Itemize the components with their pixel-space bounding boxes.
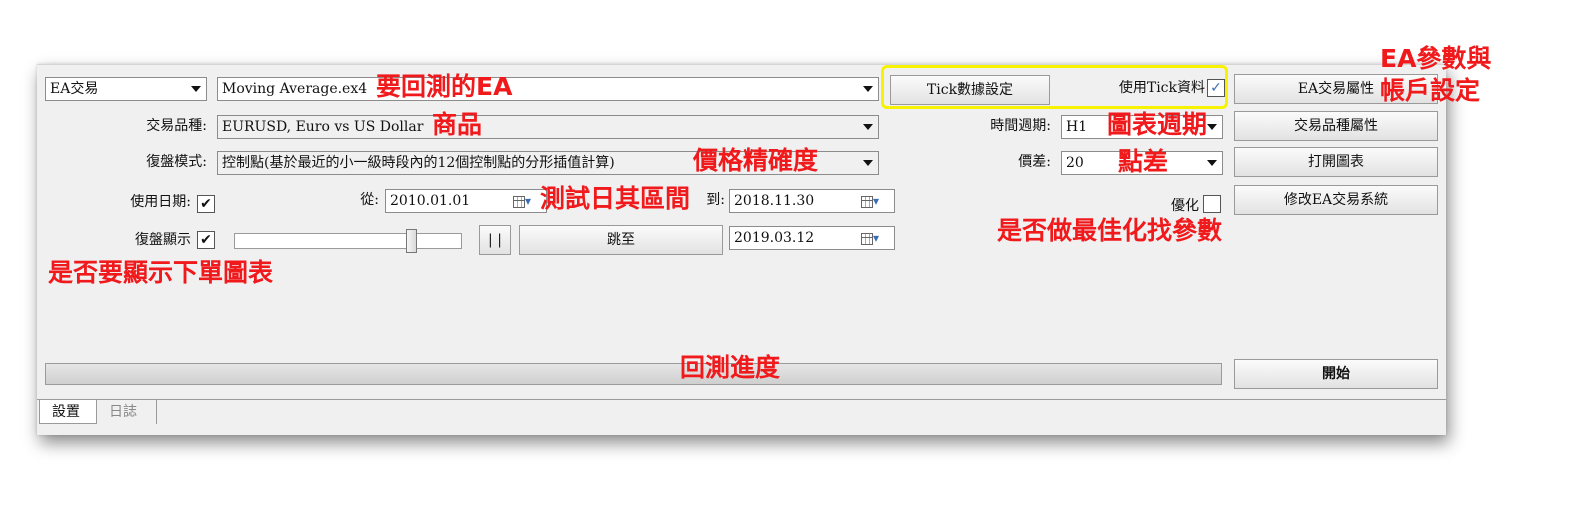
tester-mode-select[interactable]: EA交易 — [45, 77, 207, 101]
annotation-optimize: 是否做最佳化找參數 — [997, 216, 1223, 245]
skip-to-button[interactable]: 跳至 — [519, 225, 723, 255]
skip-date-input[interactable]: 2019.03.12 ▾ — [729, 226, 895, 250]
annotation-symbol: 商品 — [432, 110, 483, 139]
from-date-input[interactable]: 2010.01.01 ▾ — [385, 189, 547, 213]
chevron-down-icon — [1207, 160, 1217, 166]
annotation-ea: 要回測的EA — [376, 72, 513, 101]
chevron-down-icon — [863, 86, 873, 92]
to-label: 到: — [706, 192, 725, 208]
visual-mode-label: 復盤顯示 — [135, 232, 191, 248]
optimize-label: 優化 — [1171, 198, 1199, 214]
model-label: 復盤模式: — [146, 154, 207, 170]
annotation-ea-params-1: EA參數與 — [1380, 44, 1492, 73]
calendar-icon[interactable]: ▾ — [861, 193, 891, 209]
speed-slider[interactable] — [234, 233, 462, 249]
annotation-spread: 點差 — [1118, 147, 1169, 176]
symbol-select[interactable]: EURUSD, Euro vs US Dollar — [217, 115, 879, 139]
annotation-date-range: 測試日其區間 — [540, 184, 691, 213]
pause-button[interactable]: | | — [479, 225, 511, 255]
chevron-down-icon — [863, 124, 873, 130]
symbol-label: 交易品種: — [146, 118, 207, 134]
use-date-checkbox[interactable]: ✔ — [197, 195, 215, 213]
open-chart-button[interactable]: 打開圖表 — [1234, 147, 1438, 177]
tab-settings[interactable]: 設置 — [39, 400, 97, 424]
annotation-ea-params-2: 帳戶設定 — [1380, 76, 1481, 105]
modify-ea-button[interactable]: 修改EA交易系統 — [1234, 185, 1438, 215]
chevron-down-icon — [1207, 124, 1217, 130]
tab-bar: 設置 日誌 — [37, 399, 1446, 430]
use-tick-label: 使用Tick資料 — [1118, 80, 1205, 96]
period-label: 時間週期: — [990, 118, 1051, 134]
ea-file-select[interactable]: Moving Average.ex4 — [217, 77, 879, 101]
to-date-input[interactable]: 2018.11.30 ▾ — [729, 189, 895, 213]
optimize-checkbox[interactable] — [1203, 195, 1221, 213]
tab-journal[interactable]: 日誌 — [97, 400, 157, 424]
spread-label: 價差: — [1018, 154, 1051, 170]
progress-bar — [45, 363, 1222, 385]
annotation-period: 圖表週期 — [1107, 110, 1208, 139]
annotation-precision: 價格精確度 — [693, 146, 819, 175]
chevron-down-icon — [863, 160, 873, 166]
chevron-down-icon — [191, 86, 201, 92]
from-label: 從: — [360, 192, 379, 208]
start-button[interactable]: 開始 — [1234, 359, 1438, 389]
annotation-progress: 回測進度 — [680, 353, 781, 382]
visual-mode-checkbox[interactable]: ✔ — [197, 231, 215, 249]
symbol-properties-button[interactable]: 交易品種屬性 — [1234, 111, 1438, 141]
calendar-icon[interactable]: ▾ — [861, 230, 891, 246]
tick-settings-button[interactable]: Tick數據設定 — [890, 75, 1050, 105]
calendar-icon[interactable]: ▾ — [513, 193, 543, 209]
use-date-label: 使用日期: — [130, 194, 191, 210]
annotation-visual: 是否要顯示下單圖表 — [48, 258, 274, 287]
use-tick-checkbox[interactable]: ✓ — [1207, 79, 1225, 97]
speed-slider-handle[interactable] — [406, 229, 417, 253]
